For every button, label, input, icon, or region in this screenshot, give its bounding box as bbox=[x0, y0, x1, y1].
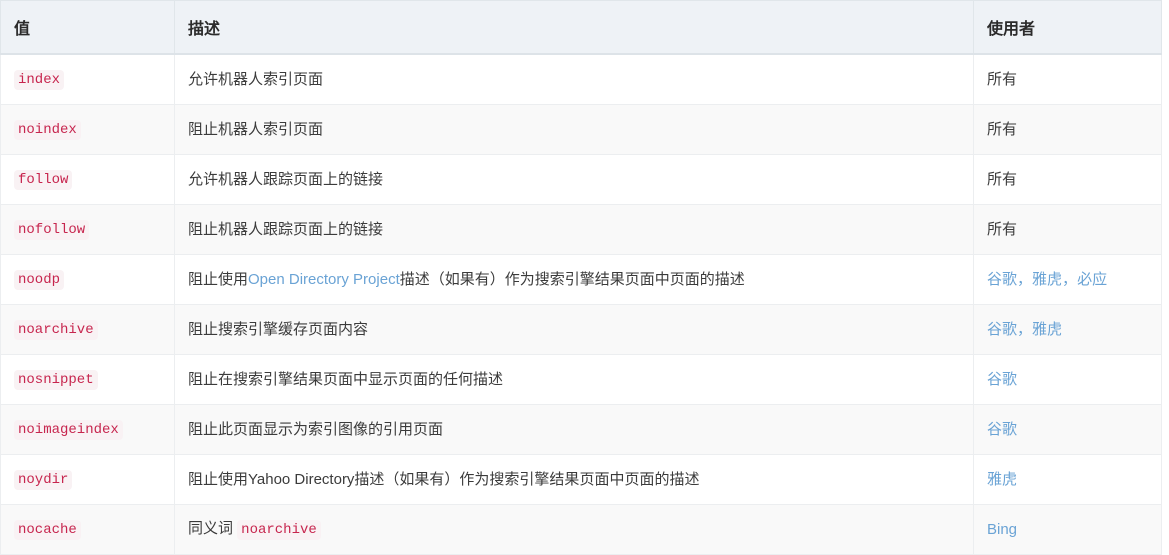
cell-description: 阻止在搜索引擎结果页面中显示页面的任何描述 bbox=[174, 354, 974, 405]
description-code: noarchive bbox=[237, 520, 321, 540]
value-code: nofollow bbox=[14, 220, 90, 240]
cell-agents: 雅虎 bbox=[973, 454, 1162, 505]
cell-description: 允许机器人跟踪页面上的链接 bbox=[174, 154, 974, 205]
table-row: nocache 同义词 noarchive Bing bbox=[0, 504, 1162, 555]
table-row: nosnippet 阻止在搜索引擎结果页面中显示页面的任何描述 谷歌 bbox=[0, 354, 1162, 405]
agent-text: 所有 bbox=[987, 70, 1018, 88]
cell-agents: 谷歌，雅虎，必应 bbox=[973, 254, 1162, 305]
agent-link[interactable]: 雅虎 bbox=[987, 471, 1017, 488]
cell-agents: 所有 bbox=[973, 104, 1162, 155]
agent-separator: ， bbox=[1017, 270, 1033, 288]
agent-separator: ， bbox=[1062, 270, 1078, 288]
cell-value: noindex bbox=[0, 104, 175, 155]
cell-value: nocache bbox=[0, 504, 175, 555]
cell-description: 阻止此页面显示为索引图像的引用页面 bbox=[174, 404, 974, 455]
value-code: noodp bbox=[14, 270, 65, 290]
value-code: follow bbox=[14, 170, 73, 190]
cell-agents: 所有 bbox=[973, 53, 1162, 105]
agent-text: 所有 bbox=[987, 120, 1018, 138]
cell-agents: 谷歌 bbox=[973, 404, 1162, 455]
description-text: 阻止搜索引擎缓存页面内容 bbox=[188, 320, 369, 338]
column-header-agents: 使用者 bbox=[973, 0, 1162, 55]
cell-value: nofollow bbox=[0, 204, 175, 255]
cell-value: nosnippet bbox=[0, 354, 175, 405]
description-text: 同义词 bbox=[188, 520, 238, 537]
cell-description: 同义词 noarchive bbox=[174, 504, 974, 555]
table-row: nofollow 阻止机器人跟踪页面上的链接 所有 bbox=[0, 204, 1162, 255]
cell-agents: 所有 bbox=[973, 204, 1162, 255]
cell-agents: Bing bbox=[973, 504, 1162, 555]
agent-link[interactable]: 必应 bbox=[1077, 271, 1107, 288]
cell-description: 阻止机器人跟踪页面上的链接 bbox=[174, 204, 974, 255]
agent-link[interactable]: 雅虎 bbox=[1032, 271, 1062, 288]
value-code: noindex bbox=[14, 120, 81, 140]
value-code: nocache bbox=[14, 520, 81, 540]
agent-separator: ， bbox=[1017, 320, 1033, 338]
cell-value: noydir bbox=[0, 454, 175, 505]
table-row: noindex 阻止机器人索引页面 所有 bbox=[0, 104, 1162, 155]
description-text: 阻止机器人跟踪页面上的链接 bbox=[188, 220, 384, 238]
agent-text: 所有 bbox=[987, 220, 1018, 238]
value-code: noimageindex bbox=[14, 420, 123, 440]
value-code: index bbox=[14, 70, 65, 90]
column-header-description: 描述 bbox=[174, 0, 974, 55]
table-row: follow 允许机器人跟踪页面上的链接 所有 bbox=[0, 154, 1162, 205]
cell-description: 阻止使用Open Directory Project描述（如果有）作为搜索引擎结… bbox=[174, 254, 974, 305]
cell-description: 阻止搜索引擎缓存页面内容 bbox=[174, 304, 974, 355]
description-text: 允许机器人跟踪页面上的链接 bbox=[188, 170, 384, 188]
description-text: 允许机器人索引页面 bbox=[188, 70, 324, 88]
robots-values-table: 值 描述 使用者 index 允许机器人索引页面 所有 noindex 阻止机器人索引页… bbox=[0, 0, 1162, 555]
cell-value: index bbox=[0, 53, 175, 105]
cell-description: 阻止机器人索引页面 bbox=[174, 104, 974, 155]
cell-agents: 谷歌，雅虎 bbox=[973, 304, 1162, 355]
description-text: 阻止使用 bbox=[188, 270, 249, 288]
value-code: noydir bbox=[14, 470, 73, 490]
cell-value: noimageindex bbox=[0, 404, 175, 455]
description-text: 阻止机器人索引页面 bbox=[188, 120, 324, 138]
description-text: 描述（如果有）作为搜索引擎结果页面中页面的描述 bbox=[399, 270, 745, 288]
table-row: noodp 阻止使用Open Directory Project描述（如果有）作为… bbox=[0, 254, 1162, 305]
agent-link[interactable]: 谷歌 bbox=[987, 421, 1017, 438]
column-header-value: 值 bbox=[0, 0, 175, 55]
agent-link[interactable]: 谷歌 bbox=[987, 371, 1017, 388]
agent-text: 所有 bbox=[987, 170, 1018, 188]
table-header-row: 值 描述 使用者 bbox=[0, 0, 1162, 55]
cell-value: noodp bbox=[0, 254, 175, 305]
agent-link[interactable]: 雅虎 bbox=[1032, 321, 1062, 338]
table-row: noarchive 阻止搜索引擎缓存页面内容 谷歌，雅虎 bbox=[0, 304, 1162, 355]
table-row: noimageindex 阻止此页面显示为索引图像的引用页面 谷歌 bbox=[0, 404, 1162, 455]
table-body: index 允许机器人索引页面 所有 noindex 阻止机器人索引页面 所有 follow… bbox=[0, 53, 1162, 555]
description-text: 阻止在搜索引擎结果页面中显示页面的任何描述 bbox=[188, 370, 504, 388]
value-code: nosnippet bbox=[14, 370, 98, 390]
cell-value: follow bbox=[0, 154, 175, 205]
description-text: 阻止使用Yahoo Directory描述（如果有）作为搜索引擎结果页面中页面的… bbox=[188, 470, 700, 488]
cell-value: noarchive bbox=[0, 304, 175, 355]
description-link[interactable]: Open Directory Project bbox=[248, 271, 400, 288]
table-header: 值 描述 使用者 bbox=[0, 0, 1162, 55]
cell-description: 允许机器人索引页面 bbox=[174, 53, 974, 105]
robots-values-table-container: 值 描述 使用者 index 允许机器人索引页面 所有 noindex 阻止机器人索引页… bbox=[0, 0, 1162, 555]
cell-description: 阻止使用Yahoo Directory描述（如果有）作为搜索引擎结果页面中页面的… bbox=[174, 454, 974, 505]
agent-link[interactable]: 谷歌 bbox=[987, 271, 1017, 288]
table-row: noydir 阻止使用Yahoo Directory描述（如果有）作为搜索引擎结果… bbox=[0, 454, 1162, 505]
value-code: noarchive bbox=[14, 320, 98, 340]
cell-agents: 谷歌 bbox=[973, 354, 1162, 405]
agent-link[interactable]: Bing bbox=[987, 521, 1017, 538]
cell-agents: 所有 bbox=[973, 154, 1162, 205]
table-row: index 允许机器人索引页面 所有 bbox=[0, 53, 1162, 105]
agent-link[interactable]: 谷歌 bbox=[987, 321, 1017, 338]
description-text: 阻止此页面显示为索引图像的引用页面 bbox=[188, 420, 444, 438]
